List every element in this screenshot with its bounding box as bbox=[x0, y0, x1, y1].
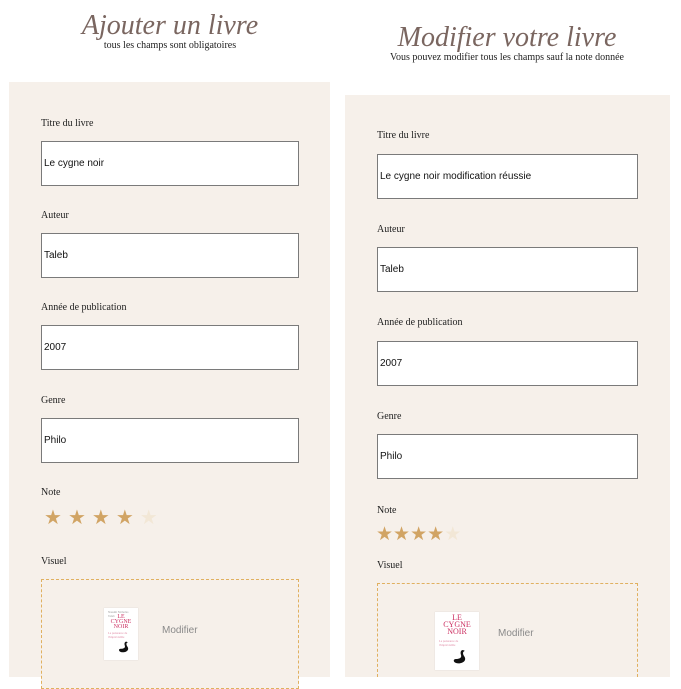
star-icon: ★ bbox=[393, 523, 411, 545]
visual-label: Visuel bbox=[41, 556, 67, 567]
genre-input[interactable] bbox=[377, 434, 638, 479]
author-label: Auteur bbox=[41, 210, 69, 221]
edit-book-title: Modifier votre livre bbox=[397, 22, 617, 53]
cover-subtitle: La puissance de l'imprévisible bbox=[108, 631, 128, 639]
star-icon[interactable]: ★ bbox=[68, 507, 86, 527]
genre-label: Genre bbox=[377, 411, 402, 422]
year-input[interactable] bbox=[377, 341, 638, 386]
title-label: Titre du livre bbox=[41, 118, 94, 129]
rating-label: Note bbox=[41, 487, 61, 498]
title-input[interactable] bbox=[377, 154, 638, 199]
add-book-subtitle: tous les champs sont obligatoires bbox=[103, 40, 237, 51]
star-icon: ★ bbox=[376, 523, 394, 545]
add-book-title: Ajouter un livre bbox=[81, 10, 259, 41]
modify-visual-link[interactable]: Modifier bbox=[498, 628, 534, 639]
genre-input[interactable] bbox=[41, 418, 299, 463]
title-label: Titre du livre bbox=[377, 130, 430, 141]
author-input[interactable] bbox=[41, 233, 299, 278]
swan-icon bbox=[119, 641, 129, 653]
cover-title-3: NOIR bbox=[113, 624, 129, 630]
year-label: Année de publication bbox=[41, 302, 127, 313]
visual-label: Visuel bbox=[377, 560, 403, 571]
rating-label: Note bbox=[377, 505, 397, 516]
swan-icon bbox=[453, 650, 466, 664]
book-cover-image: LE CYGNE NOIR La puissance de l'imprévis… bbox=[435, 612, 479, 670]
visual-dropzone[interactable]: Nassim Nicholas Taleb LE CYGNE NOIR La p… bbox=[41, 579, 299, 689]
title-input[interactable] bbox=[41, 141, 299, 186]
author-input[interactable] bbox=[377, 247, 638, 292]
edit-book-subtitle: Vous pouvez modifier tous les champs sau… bbox=[390, 52, 624, 63]
star-icon: ★ bbox=[427, 523, 445, 545]
year-label: Année de publication bbox=[377, 317, 463, 328]
star-icon: ★ bbox=[444, 523, 462, 545]
author-label: Auteur bbox=[377, 224, 405, 235]
modify-visual-link[interactable]: Modifier bbox=[162, 625, 198, 636]
cover-title-3: NOIR bbox=[447, 627, 467, 636]
star-icon[interactable]: ★ bbox=[44, 507, 62, 527]
add-book-form: Titre du livre Auteur Année de publicati… bbox=[9, 82, 330, 689]
edit-book-form: Titre du livre Auteur Année de publicati… bbox=[345, 95, 670, 677]
book-cover-image: Nassim Nicholas Taleb LE CYGNE NOIR La p… bbox=[104, 608, 138, 660]
cover-subtitle: La puissance de l'imprévisible bbox=[439, 639, 459, 647]
genre-label: Genre bbox=[41, 395, 66, 406]
rating-stars: ★ ★ ★ ★ ★ bbox=[376, 525, 461, 544]
year-input[interactable] bbox=[41, 325, 299, 370]
star-icon[interactable]: ★ bbox=[92, 507, 110, 527]
star-icon[interactable]: ★ bbox=[116, 507, 134, 527]
star-icon: ★ bbox=[410, 523, 428, 545]
star-icon[interactable]: ★ bbox=[140, 507, 158, 527]
visual-dropzone[interactable]: LE CYGNE NOIR La puissance de l'imprévis… bbox=[377, 583, 638, 677]
rating-stars[interactable]: ★ ★ ★ ★ ★ bbox=[44, 507, 158, 527]
